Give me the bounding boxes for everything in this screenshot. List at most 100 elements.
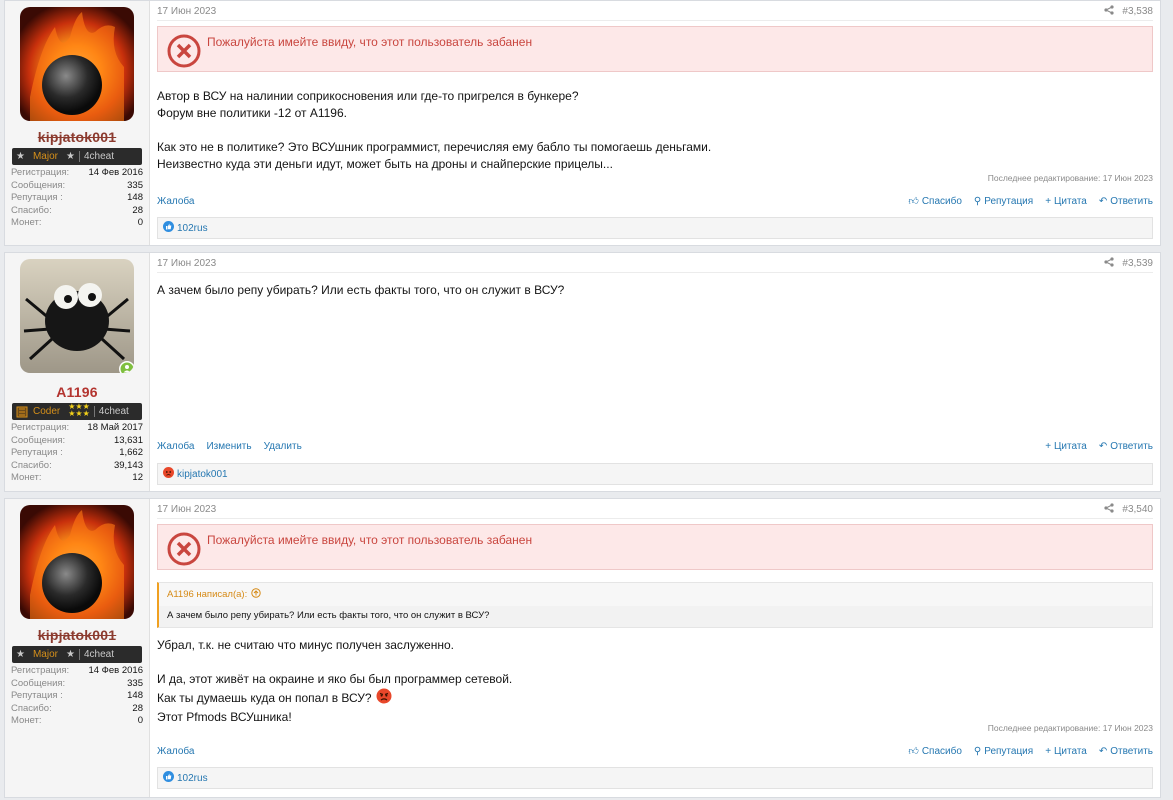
quote-block: A1196 написал(а): А зачем было репу убир… — [157, 582, 1153, 628]
post-text-line — [157, 654, 1153, 671]
edit-link[interactable]: Изменить — [206, 441, 251, 452]
avatar[interactable] — [20, 7, 134, 121]
reply-button[interactable]: ↶ Ответить — [1099, 746, 1153, 757]
angry-emoji-icon — [376, 688, 392, 709]
stat-label: Репутация : — [11, 447, 63, 459]
post-number[interactable]: #3,539 — [1122, 258, 1153, 269]
error-circle-icon — [167, 34, 201, 71]
post: A1196 Coder ★★★ ★★★ 4cheat Регистрация: 18… — [4, 252, 1161, 492]
username[interactable]: A1196 — [56, 384, 97, 400]
stat-value: 335 — [127, 677, 143, 689]
stat-label: Спасибо: — [11, 204, 52, 216]
user-rank-badge: ★ Major ★ 4cheat — [12, 646, 142, 663]
thanks-button[interactable]: 👍︎ Спасибо — [908, 195, 962, 208]
post-text-line: Убрал, т.к. не считаю что минус получен … — [157, 638, 454, 652]
post-text-line: Неизвестно куда эти деньги идут, может б… — [157, 157, 613, 171]
stat-value: 13,631 — [113, 434, 143, 446]
avatar[interactable] — [20, 259, 134, 373]
user-stats: Регистрация: 14 Фев 2016 Сообщения: 335 Ре… — [11, 167, 143, 230]
stat-label: Спасибо: — [11, 702, 52, 714]
reactions-bar: 102rus — [157, 217, 1153, 239]
post-header: 17 Июн 2023 #3,538 — [157, 1, 1153, 21]
reputation-button[interactable]: ⚲ Репутация — [974, 746, 1033, 757]
stat-value: 28 — [132, 204, 143, 216]
post-body: Автор в ВСУ на налинии соприкосновения и… — [157, 88, 1153, 173]
reply-icon: ↶ — [1098, 195, 1108, 207]
like-reaction-icon — [163, 771, 174, 785]
post-text-line: Как ты думаешь куда он попал в ВСУ? — [157, 691, 372, 705]
plus-icon: + — [1045, 745, 1052, 757]
plus-icon: + — [1045, 441, 1052, 452]
post-number[interactable]: #3,538 — [1122, 6, 1153, 17]
share-icon[interactable] — [1104, 5, 1115, 18]
stat-label: Регистрация: — [11, 422, 70, 433]
stat-label: Сообщения: — [11, 179, 66, 191]
stat-label: Монет: — [11, 217, 42, 229]
reaction-user[interactable]: 102rus — [177, 223, 208, 234]
quote-author[interactable]: A1196 написал(а): — [167, 589, 247, 600]
star-icon: ★ — [65, 151, 75, 162]
user-sidebar: kipjatok001 ★ Major ★ 4cheat Регистрация… — [5, 1, 150, 245]
quote-button[interactable]: + Цитата — [1045, 441, 1087, 452]
post-main: 17 Июн 2023 #3,540 Пожалуйста имейте вви… — [150, 499, 1160, 797]
post: kipjatok001 ★ Major ★ 4cheat Регистрация… — [4, 0, 1161, 246]
post-text-line: А зачем было репу убирать? Или есть факт… — [157, 283, 565, 297]
online-status-icon — [118, 360, 134, 373]
reply-button[interactable]: ↶ Ответить — [1099, 196, 1153, 207]
banned-notice-text: Пожалуйста имейте ввиду, что этот пользо… — [207, 35, 533, 49]
reactions-bar: 102rus — [157, 767, 1153, 789]
reaction-user[interactable]: kipjatok001 — [177, 469, 228, 480]
share-icon[interactable] — [1104, 257, 1115, 270]
username[interactable]: kipjatok001 — [38, 129, 116, 145]
quote-button[interactable]: + Цитата — [1045, 196, 1087, 207]
post-body: Убрал, т.к. не считаю что минус получен … — [157, 637, 1153, 726]
reply-button[interactable]: ↶ Ответить — [1099, 441, 1153, 452]
coder-rank-icon — [12, 403, 32, 420]
quote-header[interactable]: A1196 написал(а): — [159, 583, 1152, 606]
avatar[interactable] — [20, 505, 134, 619]
post-text-line — [157, 122, 1153, 139]
reaction-user[interactable]: 102rus — [177, 773, 208, 784]
stat-value: 12 — [132, 472, 143, 484]
report-link[interactable]: Жалоба — [157, 441, 194, 452]
stat-label: Сообщения: — [11, 434, 66, 446]
last-edited: Последнее редактирование: 17 Июн 2023 — [987, 173, 1153, 183]
stat-value: 18 Май 2017 — [87, 422, 143, 433]
thanks-button[interactable]: 👍︎ Спасибо — [908, 745, 962, 758]
stat-label: Монет: — [11, 715, 42, 727]
stat-label: Репутация : — [11, 192, 63, 204]
post-body: А зачем было репу убирать? Или есть факт… — [157, 282, 1153, 299]
report-link[interactable]: Жалоба — [157, 196, 194, 207]
stat-value: 148 — [127, 192, 143, 204]
post-date[interactable]: 17 Июн 2023 — [157, 6, 216, 17]
user-stats: Регистрация: 14 Фев 2016 Сообщения: 335 Ре… — [11, 665, 143, 728]
post-text-line-with-emoji: Как ты думаешь куда он попал в ВСУ? — [157, 688, 1153, 709]
reputation-label: Репутация — [984, 745, 1034, 757]
share-icon[interactable] — [1104, 503, 1115, 516]
thanks-label: Спасибо — [921, 745, 962, 757]
stat-value: 0 — [137, 715, 143, 727]
banned-notice-text: Пожалуйста имейте ввиду, что этот пользо… — [207, 533, 533, 547]
username[interactable]: kipjatok001 — [38, 627, 116, 643]
error-circle-icon — [167, 532, 201, 569]
banned-notice: Пожалуйста имейте ввиду, что этот пользо… — [157, 26, 1153, 72]
user-stats: Регистрация: 18 Май 2017 Сообщения: 13,631… — [11, 422, 143, 485]
quote-button[interactable]: + Цитата — [1045, 746, 1087, 757]
search-icon: ⚲ — [973, 195, 982, 207]
post-date[interactable]: 17 Июн 2023 — [157, 258, 216, 269]
stat-label: Спасибо: — [11, 459, 52, 471]
stat-label: Сообщения: — [11, 677, 66, 689]
post-actions: Жалоба Изменить Удалить + Цитата ↶ Ответит… — [157, 441, 1153, 452]
quote-label: Цитата — [1054, 745, 1087, 757]
post-number[interactable]: #3,540 — [1122, 504, 1153, 515]
post-actions: Жалоба 👍︎ Спасибо ⚲ Репутация + Цитата ↶ Отв… — [157, 195, 1153, 208]
like-reaction-icon — [163, 221, 174, 235]
quote-text: А зачем было репу убирать? Или есть факт… — [159, 606, 1152, 627]
thumbs-up-icon: 👍︎ — [908, 746, 919, 757]
reputation-button[interactable]: ⚲ Репутация — [974, 196, 1033, 207]
report-link[interactable]: Жалоба — [157, 746, 194, 757]
delete-link[interactable]: Удалить — [264, 441, 302, 452]
banned-notice: Пожалуйста имейте ввиду, что этот пользо… — [157, 524, 1153, 570]
arrow-up-circle-icon[interactable] — [251, 588, 261, 601]
post-date[interactable]: 17 Июн 2023 — [157, 504, 216, 515]
